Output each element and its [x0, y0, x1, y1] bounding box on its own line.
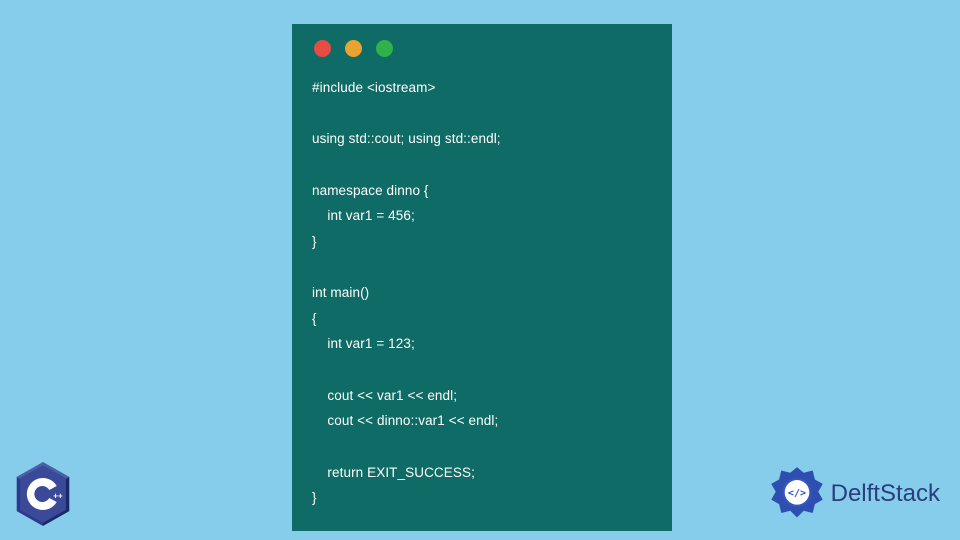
- svg-text:</>: </>: [788, 488, 806, 499]
- cpp-language-badge: ++: [14, 462, 72, 526]
- brand-name: DelftStack: [831, 480, 940, 508]
- code-block: #include <iostream> using std::cout; usi…: [312, 75, 652, 511]
- cpp-plus-text: ++: [53, 492, 63, 501]
- window-traffic-lights: [314, 40, 652, 57]
- minimize-icon: [345, 40, 362, 57]
- maximize-icon: [376, 40, 393, 57]
- close-icon: [314, 40, 331, 57]
- brand-icon: </>: [769, 466, 825, 522]
- brand-logo: </> DelftStack: [769, 466, 940, 522]
- code-window: #include <iostream> using std::cout; usi…: [292, 24, 672, 531]
